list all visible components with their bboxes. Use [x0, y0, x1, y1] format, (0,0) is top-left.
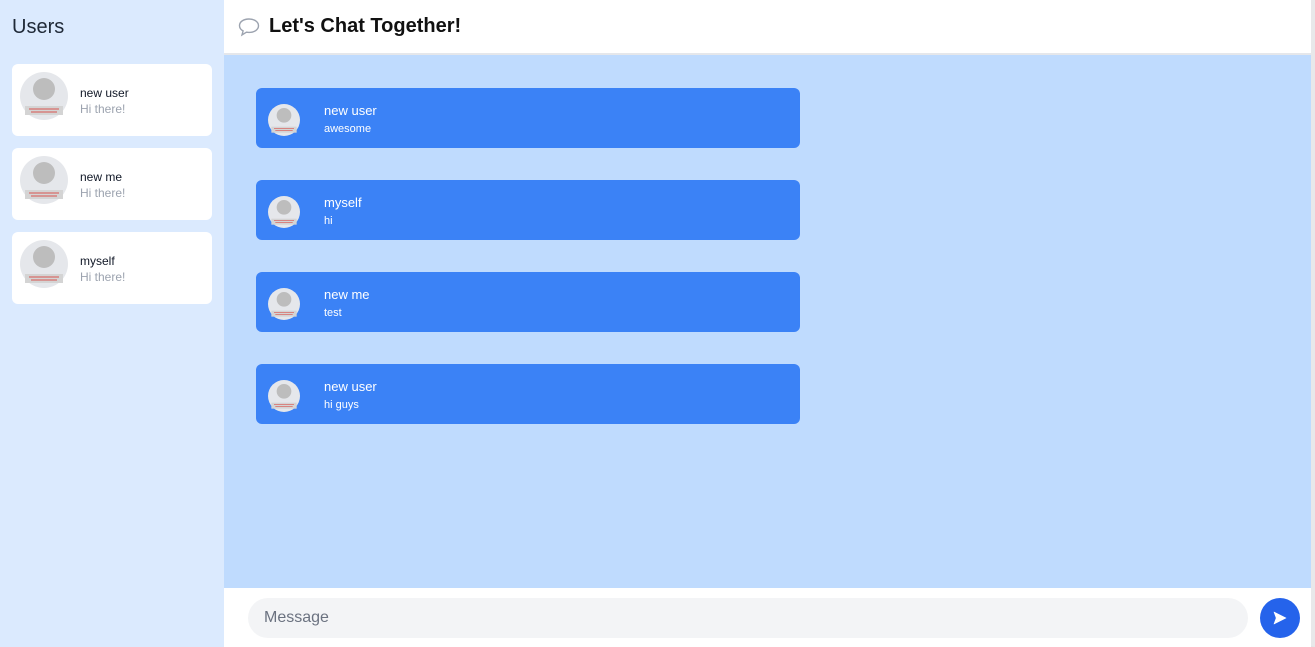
avatar-placeholder-icon — [268, 196, 300, 228]
avatar-placeholder-icon — [20, 72, 68, 120]
message-sender: myself — [324, 195, 362, 210]
message-text: hi guys — [324, 399, 359, 411]
user-last-message: Hi there! — [80, 102, 126, 116]
message-sender: new me — [324, 287, 370, 302]
avatar-placeholder-icon — [268, 104, 300, 136]
avatar-placeholder-icon — [268, 288, 300, 320]
user-card[interactable]: myself Hi there! — [12, 232, 212, 304]
page-title: Let's Chat Together! — [269, 15, 462, 37]
chat-app: Users new user Hi there! new me Hi there… — [0, 0, 1315, 647]
chat-main: Let's Chat Together! new user awesome my… — [224, 0, 1311, 647]
avatar-placeholder-icon — [268, 380, 300, 412]
user-last-message: Hi there! — [80, 186, 126, 200]
send-icon — [1273, 611, 1287, 625]
message-sender: new user — [324, 379, 377, 394]
message-text: hi — [324, 215, 333, 227]
message-input[interactable] — [248, 598, 1248, 638]
avatar-placeholder-icon — [20, 156, 68, 204]
message-bubble: new user awesome — [256, 88, 800, 148]
user-name: new me — [80, 170, 123, 184]
user-last-message: Hi there! — [80, 270, 126, 284]
message-text: test — [324, 307, 342, 319]
chat-bubble-icon — [238, 18, 260, 37]
user-card[interactable]: new me Hi there! — [12, 148, 212, 220]
message-composer — [224, 588, 1311, 647]
message-sender: new user — [324, 103, 377, 118]
user-name: myself — [80, 254, 115, 268]
message-bubble: new user hi guys — [256, 364, 800, 424]
user-card[interactable]: new user Hi there! — [12, 64, 212, 136]
user-list: new user Hi there! new me Hi there! myse… — [12, 64, 212, 316]
message-text: awesome — [324, 123, 372, 135]
message-list: new user awesome myself hi new me test n… — [224, 55, 1311, 588]
avatar-placeholder-icon — [20, 240, 68, 288]
users-sidebar: Users new user Hi there! new me Hi there… — [0, 0, 224, 647]
message-bubble: myself hi — [256, 180, 800, 240]
send-button[interactable] — [1260, 598, 1300, 638]
sidebar-title: Users — [12, 16, 65, 38]
user-name: new user — [80, 86, 129, 100]
message-bubble: new me test — [256, 272, 800, 332]
chat-header: Let's Chat Together! — [224, 0, 1311, 55]
